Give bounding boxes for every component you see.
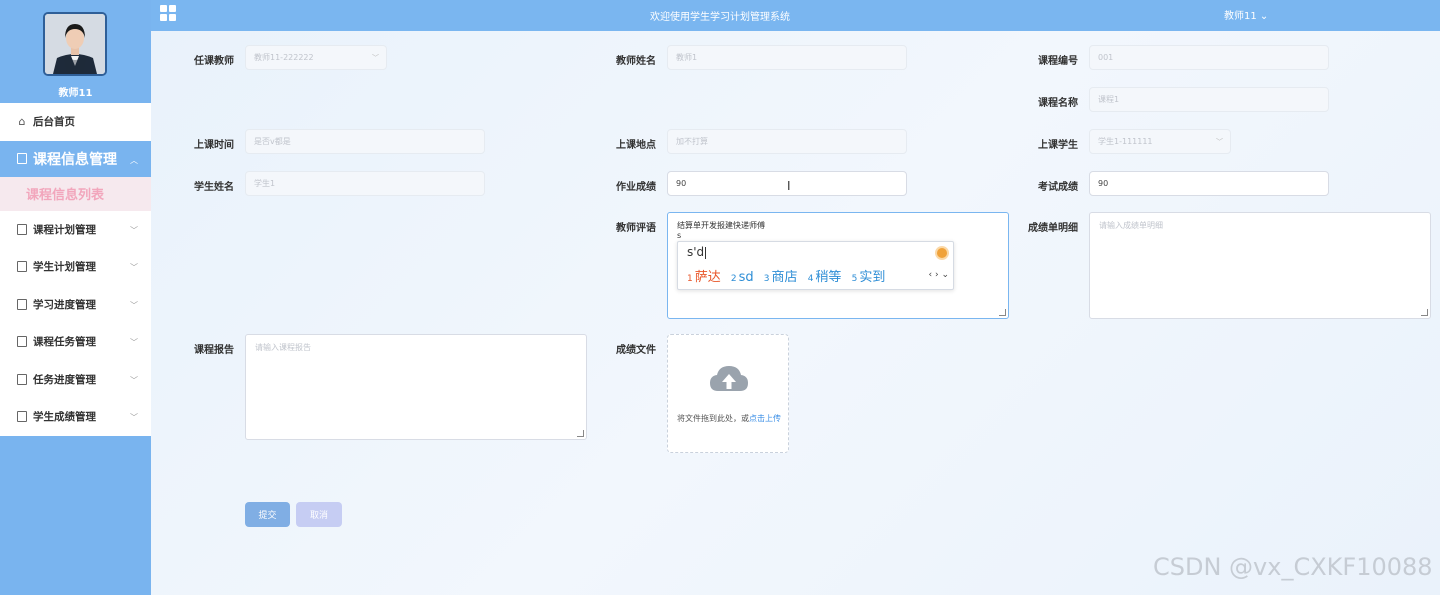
teacher-name-label: 教师姓名 [616,56,656,67]
course-name-input[interactable]: 课程1 [1089,87,1329,112]
sidebar-item-label: 课程任务管理 [33,336,96,349]
sidebar-menu: ⌂ 后台首页 课程信息管理 ︿ 课程信息列表 课程计划管理 ﹀ 学生计划管理 ﹀… [0,103,151,436]
ime-logo-icon [935,246,949,260]
course-report-label: 课程报告 [194,345,234,356]
document-icon [16,261,28,273]
ime-input-text: s'd [687,245,705,259]
class-time-label: 上课时间 [194,140,234,151]
ime-candidate[interactable]: 1 萨达 [687,270,721,285]
ime-page-nav-icon[interactable]: ‹ › ⌄ [929,270,949,280]
teacher-name-input[interactable]: 教师1 [667,45,907,70]
student-name-input[interactable]: 学生1 [245,171,485,196]
document-icon [16,336,28,348]
cancel-button[interactable]: 取消 [296,502,342,527]
resize-handle-icon[interactable] [1421,309,1428,316]
resize-handle-icon[interactable] [577,430,584,437]
student-select-value: 学生1-111111 [1098,137,1153,146]
chevron-down-icon: ﹀ [130,375,138,385]
upload-cloud-icon [710,366,748,391]
sidebar-item-label: 课程信息管理 [33,151,117,168]
score-detail-label: 成绩单明细 [1028,223,1078,234]
teacher-comment-label: 教师评语 [616,223,656,234]
class-time-input[interactable]: 是否v都是 [245,129,485,154]
watermark: CSDN @vx_CXKF10088 [1153,553,1433,581]
sidebar-item-label: 课程计划管理 [33,223,96,236]
teacher-select[interactable]: 教师11-222222 ﹀ [245,45,387,70]
chevron-down-icon: ﹀ [130,225,138,235]
chevron-down-icon: ﹀ [130,413,138,422]
text-cursor-icon: I [787,179,791,193]
chevron-down-icon: ﹀ [1216,138,1223,146]
sidebar: 教师11 ⌂ 后台首页 课程信息管理 ︿ 课程信息列表 课程计划管理 ﹀ 学生计… [0,0,151,595]
sidebar-username: 教师11 [58,88,93,99]
user-menu[interactable]: 教师11 ⌄ [1224,7,1268,22]
document-icon [16,223,28,235]
upload-link[interactable]: 点击上传 [749,414,781,423]
document-icon [16,411,28,423]
ime-candidate[interactable]: 4 稍等 [808,270,842,285]
sidebar-subitem-course-list[interactable]: 课程信息列表 [0,176,151,211]
ime-candidate[interactable]: 2 sd [731,270,754,285]
chevron-down-icon: ﹀ [130,338,138,347]
ime-candidate-window: s'd 1 萨达 2 sd 3 商店 4 稍等 5 实到 ‹ › ⌄ [677,241,954,290]
upload-hint: 将文件拖到此处，或点击上传 [677,414,781,423]
chevron-up-icon: ︿ [130,155,138,165]
sidebar-item-label: 学习进度管理 [33,298,96,311]
chevron-down-icon: ﹀ [130,300,138,310]
sidebar-item-study-progress[interactable]: 学习进度管理 ﹀ [0,285,151,323]
student-select[interactable]: 学生1-111111 ﹀ [1089,129,1231,154]
document-icon [16,298,28,310]
location-input[interactable]: 加不打算 [667,129,907,154]
sidebar-item-label: 后台首页 [33,116,75,129]
ime-candidate[interactable]: 5 实到 [852,270,886,285]
score-detail-textarea[interactable]: 请输入成绩单明细 [1089,212,1431,319]
sidebar-item-student-score[interactable]: 学生成绩管理 ﹀ [0,398,151,436]
submit-button[interactable]: 提交 [245,502,290,527]
location-label: 上课地点 [616,140,656,151]
top-header: 欢迎使用学生学习计划管理系统 教师11 ⌄ [0,0,1440,31]
comment-line-2: s [677,231,682,240]
home-icon: ⌂ [18,115,26,129]
exam-score-input[interactable]: 90 [1089,171,1329,196]
course-no-input[interactable]: 001 [1089,45,1329,70]
course-name-label: 课程名称 [1038,98,1078,109]
avatar [43,12,107,76]
course-report-textarea[interactable]: 请输入课程报告 [245,334,587,440]
sidebar-item-home[interactable]: ⌂ 后台首页 [0,103,151,141]
exam-score-label: 考试成绩 [1038,182,1078,193]
sidebar-item-label: 学生成绩管理 [33,411,96,424]
score-file-label: 成绩文件 [616,345,656,356]
sidebar-item-course-plan[interactable]: 课程计划管理 ﹀ [0,210,151,248]
file-upload-dropzone[interactable]: 将文件拖到此处，或点击上传 [667,334,789,453]
chevron-down-icon: ﹀ [372,54,379,62]
teacher-select-value: 教师11-222222 [254,53,314,62]
document-icon [16,373,28,385]
sidebar-item-course-task[interactable]: 课程任务管理 ﹀ [0,323,151,361]
comment-line-1: 结算单开发报建快递师傅 [677,221,765,230]
resize-handle-icon[interactable] [999,309,1006,316]
student-label: 上课学生 [1038,140,1078,151]
score-detail-placeholder: 请输入成绩单明细 [1099,221,1163,230]
sidebar-item-course-info[interactable]: 课程信息管理 ︿ [0,140,151,177]
document-icon [16,153,28,165]
ime-input: s'd [687,245,707,259]
sidebar-item-student-plan[interactable]: 学生计划管理 ﹀ [0,248,151,286]
course-report-placeholder: 请输入课程报告 [255,343,311,352]
ime-candidate[interactable]: 3 商店 [764,270,798,285]
course-no-label: 课程编号 [1038,56,1078,67]
teacher-label: 任课教师 [194,56,234,67]
student-name-label: 学生姓名 [194,182,234,193]
sidebar-item-task-progress[interactable]: 任务进度管理 ﹀ [0,360,151,398]
homework-score-label: 作业成绩 [616,182,656,193]
sidebar-item-label: 任务进度管理 [33,373,96,386]
chevron-down-icon: ﹀ [130,263,138,272]
ime-candidates: 1 萨达 2 sd 3 商店 4 稍等 5 实到 [687,266,891,285]
sidebar-item-label: 学生计划管理 [33,261,96,274]
